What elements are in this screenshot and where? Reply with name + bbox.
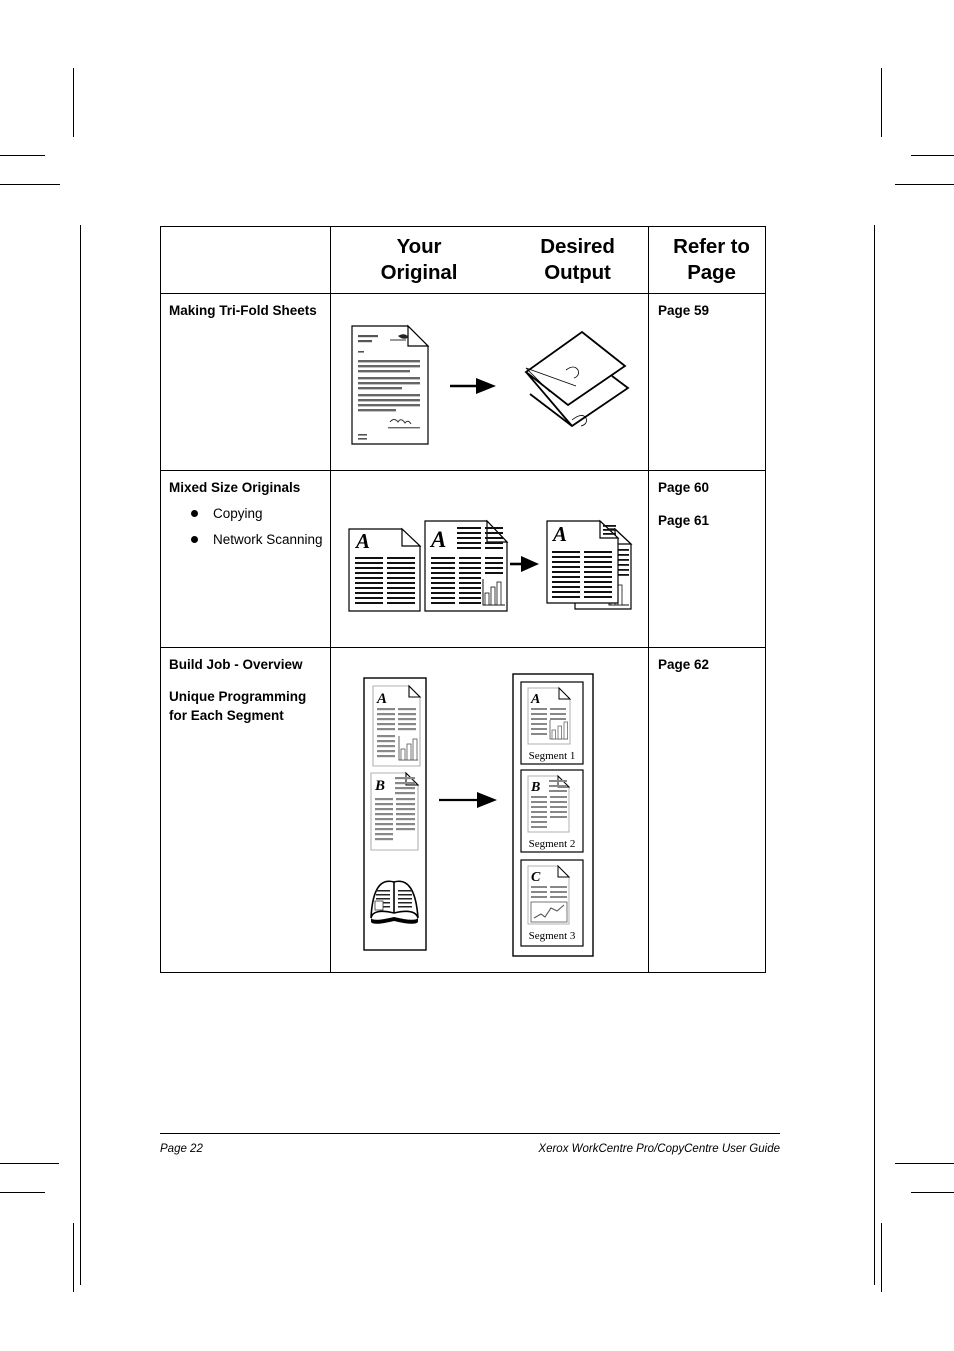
feature-cell-mixed-size-originals: Mixed Size Originals Copying Network Sca… xyxy=(160,470,331,648)
page-letter-b: B xyxy=(374,778,385,794)
feature-title: Making Tri-Fold Sheets xyxy=(169,303,317,318)
page-letter-a: A xyxy=(530,692,540,707)
header-cell-originals-output: Your Original Desired Output xyxy=(330,226,649,294)
segment-label: Segment 2 xyxy=(528,838,575,850)
page-letter-a: A xyxy=(429,527,446,552)
list-item-label: Network Scanning xyxy=(213,532,323,547)
crop-mark-bottom-left-horizontal-lower xyxy=(0,1192,45,1193)
crop-mark-right-edge-vertical xyxy=(874,225,875,1285)
segment-3-group: C Segment 3 xyxy=(519,859,584,947)
footer-divider xyxy=(160,1133,780,1134)
crop-mark-top-left-horizontal-lower xyxy=(0,184,60,185)
header-your-original-line1: Your xyxy=(396,235,442,258)
crop-mark-bottom-right-horizontal-upper xyxy=(895,1163,954,1164)
arrow-right-icon xyxy=(509,556,539,572)
tri-fold-sheet-icon xyxy=(523,330,630,428)
feature-subtitle: Unique Programming for Each Segment xyxy=(169,688,307,724)
page-reference[interactable]: Page 60 xyxy=(649,471,765,498)
header-your-original-line2: Original xyxy=(380,261,458,284)
page-ref-cell-tri-fold: Page 59 xyxy=(648,293,766,471)
illustration-cell-build-job: A B A Segment 1 B Segment 2 C Segment 3 xyxy=(330,647,649,973)
page-reference[interactable]: Page 59 xyxy=(649,294,765,321)
segment-1-group: A Segment 1 xyxy=(519,681,584,765)
feature-cell-making-tri-fold-sheets: Making Tri-Fold Sheets xyxy=(160,293,331,471)
illustration-cell-mixed-size: A A A xyxy=(330,470,649,648)
output-page-stack-icon: A xyxy=(545,519,633,610)
crop-mark-top-right-horizontal-lower xyxy=(895,184,954,185)
illustration-cell-tri-fold xyxy=(330,293,649,471)
page-letter-a: A xyxy=(551,522,567,546)
header-refer-to-page: Refer to Page xyxy=(649,227,765,286)
page-ref-cell-mixed-size: Page 60 Page 61 xyxy=(648,470,766,648)
header-your-original: Your Original xyxy=(331,227,497,293)
page-letter-c: C xyxy=(531,870,541,885)
build-job-segments-diagram: A B A Segment 1 B Segment 2 C Segment 3 xyxy=(362,673,594,957)
page-reference[interactable]: Page 61 xyxy=(649,498,765,531)
mixed-size-originals-diagram: A A A xyxy=(347,519,633,612)
crop-mark-bottom-right-vertical xyxy=(881,1223,882,1292)
crop-mark-top-right-horizontal-upper xyxy=(911,155,954,156)
header-desired-output-line2: Output xyxy=(544,261,611,284)
list-item-label: Copying xyxy=(213,505,263,521)
crop-mark-left-edge-vertical xyxy=(80,225,81,1285)
feature-bullet-list: Copying Network Scanning xyxy=(161,504,330,550)
crop-mark-top-right-vertical xyxy=(881,68,882,137)
crop-mark-top-left-vertical xyxy=(73,68,74,137)
feature-title: Build Job - Overview xyxy=(169,657,303,672)
crop-mark-bottom-left-vertical xyxy=(73,1223,74,1292)
page-reference[interactable]: Page 62 xyxy=(649,648,765,675)
header-desired-output: Desired Output xyxy=(497,227,648,293)
page-letter-a: A xyxy=(354,529,370,553)
document-to-trifold-diagram xyxy=(350,324,630,445)
header-refer-to-page-line1: Refer to xyxy=(673,235,750,258)
original-page-large-a-icon: A xyxy=(423,519,508,612)
list-item: Network Scanning xyxy=(191,530,330,550)
page-letter-b: B xyxy=(530,780,540,795)
feature-title: Mixed Size Originals xyxy=(169,480,301,495)
header-cell-refer-to-page: Refer to Page xyxy=(648,226,766,294)
input-page-b-icon: B xyxy=(369,771,419,851)
table-row: Making Tri-Fold Sheets Page 59 xyxy=(160,293,766,471)
arrow-right-icon xyxy=(438,792,497,808)
bullet-dot-icon xyxy=(191,536,198,543)
arrow-right-icon xyxy=(449,378,496,394)
input-page-a-icon: A xyxy=(371,684,421,767)
feature-cell-build-job-overview: Build Job - Overview Unique Programming … xyxy=(160,647,331,973)
original-page-small-a-icon: A xyxy=(347,527,422,612)
crop-mark-top-left-horizontal-upper xyxy=(0,155,45,156)
segment-label: Segment 3 xyxy=(528,930,575,942)
footer-guide-title: Xerox WorkCentre Pro/CopyCentre User Gui… xyxy=(538,1143,780,1155)
bullet-dot-icon xyxy=(191,509,198,517)
table-header-row: Your Original Desired Output Refer to Pa… xyxy=(160,226,766,294)
segment-2-group: B Segment 2 xyxy=(519,769,584,853)
crop-mark-bottom-left-horizontal-upper xyxy=(0,1163,59,1164)
source-page-icon xyxy=(350,324,429,445)
table-row: Mixed Size Originals Copying Network Sca… xyxy=(160,470,766,648)
list-item: Copying xyxy=(191,504,330,524)
table-row: Build Job - Overview Unique Programming … xyxy=(160,647,766,973)
feature-summary-table: Your Original Desired Output Refer to Pa… xyxy=(160,226,766,973)
page-ref-cell-build-job: Page 62 xyxy=(648,647,766,973)
header-desired-output-line1: Desired xyxy=(540,235,615,258)
page-letter-a: A xyxy=(376,691,387,707)
crop-mark-bottom-right-horizontal-lower xyxy=(911,1192,954,1193)
header-cell-feature xyxy=(160,226,331,294)
header-refer-to-page-line2: Page xyxy=(687,261,736,284)
segment-label: Segment 1 xyxy=(528,750,575,762)
